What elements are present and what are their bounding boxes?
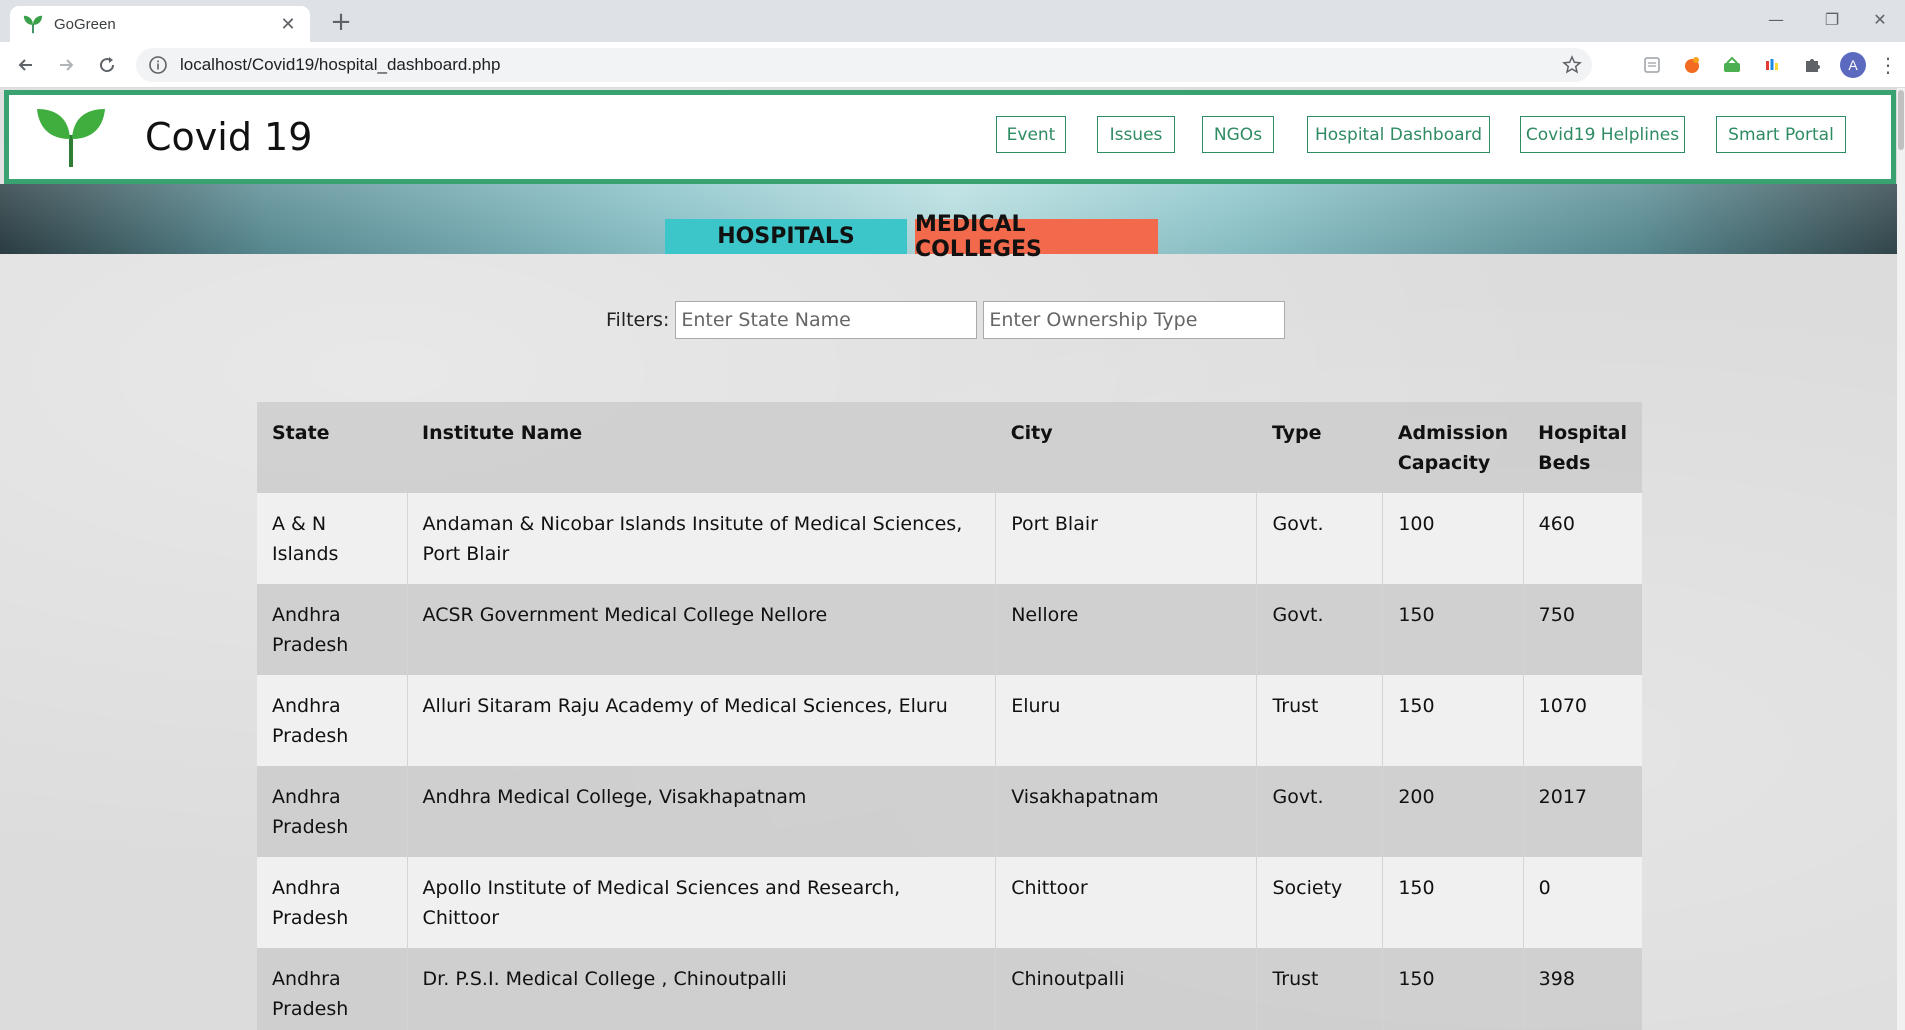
cell-state: Andhra Pradesh [257, 584, 408, 675]
cell-type: Trust [1256, 948, 1384, 1030]
minimize-icon[interactable]: — [1752, 0, 1800, 38]
orange-extension-icon[interactable] [1680, 53, 1704, 77]
cell-capacity: 200 [1382, 766, 1524, 857]
cell-city: Port Blair [995, 493, 1258, 584]
page-content: Covid 19 Event Issues NGOs Hospital Dash… [0, 88, 1905, 1030]
cell-institute: Andaman & Nicobar Islands Insitute of Me… [407, 493, 997, 584]
cell-capacity: 150 [1382, 584, 1524, 675]
browser-tabstrip: GoGreen ✕ + — ❐ ✕ [0, 0, 1905, 42]
new-tab-icon[interactable]: + [325, 6, 357, 38]
cell-city: Chinoutpalli [995, 948, 1258, 1030]
cell-beds: 1070 [1523, 675, 1642, 766]
browser-menu-icon[interactable]: ⋮ [1878, 53, 1898, 77]
cell-capacity: 100 [1382, 493, 1524, 584]
header-admission-capacity: Admission Capacity [1382, 402, 1524, 493]
header-hospital-beds: Hospital Beds [1523, 402, 1642, 493]
cell-capacity: 150 [1382, 948, 1524, 1030]
url-text: localhost/Covid19/hospital_dashboard.php [180, 55, 501, 74]
header-city: City [995, 402, 1257, 493]
table-row: Andhra Pradesh Dr. P.S.I. Medical Colleg… [257, 948, 1642, 1030]
medical-colleges-table: State Institute Name City Type Admission… [257, 402, 1642, 1030]
cell-capacity: 150 [1382, 675, 1524, 766]
cell-beds: 398 [1523, 948, 1642, 1030]
cell-state: Andhra Pradesh [257, 766, 408, 857]
cell-capacity: 150 [1382, 857, 1524, 948]
cell-city: Chittoor [995, 857, 1258, 948]
leaf-logo-icon [37, 109, 105, 167]
browser-toolbar: localhost/Covid19/hospital_dashboard.php… [0, 42, 1905, 88]
close-window-icon[interactable]: ✕ [1856, 0, 1904, 38]
site-title: Covid 19 [145, 115, 313, 159]
cell-type: Govt. [1256, 584, 1384, 675]
cell-type: Govt. [1256, 766, 1384, 857]
table-row: Andhra Pradesh Apollo Institute of Medic… [257, 857, 1642, 948]
filters-bar: Filters: [606, 301, 1291, 339]
forward-icon[interactable] [50, 49, 82, 81]
cell-beds: 2017 [1523, 766, 1642, 857]
bookmark-star-icon[interactable] [1552, 48, 1592, 82]
cell-city: Visakhapatnam [995, 766, 1258, 857]
cell-city: Eluru [995, 675, 1258, 766]
nav-hospital-dashboard[interactable]: Hospital Dashboard [1307, 116, 1490, 153]
profile-avatar[interactable]: A [1840, 52, 1866, 78]
nav-event[interactable]: Event [996, 116, 1066, 153]
colorful-extension-icon[interactable] [1760, 53, 1784, 77]
cell-beds: 750 [1523, 584, 1642, 675]
cell-type: Society [1256, 857, 1384, 948]
filters-label: Filters: [606, 309, 670, 331]
cell-beds: 0 [1523, 857, 1642, 948]
hospitals-tab[interactable]: HOSPITALS [665, 219, 907, 254]
nav-covid19-helplines[interactable]: Covid19 Helplines [1520, 116, 1685, 153]
cell-type: Trust [1256, 675, 1384, 766]
cell-city: Nellore [995, 584, 1258, 675]
browser-tab[interactable]: GoGreen ✕ [10, 6, 310, 42]
cell-institute: Andhra Medical College, Visakhapatnam [407, 766, 997, 857]
table-row: Andhra Pradesh Alluri Sitaram Raju Acade… [257, 675, 1642, 766]
site-header: Covid 19 Event Issues NGOs Hospital Dash… [4, 90, 1896, 184]
cell-type: Govt. [1256, 493, 1384, 584]
page-scrollbar[interactable] [1897, 88, 1905, 1030]
medical-colleges-tab[interactable]: MEDICAL COLLEGES [915, 212, 1158, 262]
header-institute-name: Institute Name [407, 402, 996, 493]
tab-title: GoGreen [54, 15, 116, 33]
back-icon[interactable] [10, 49, 42, 81]
cell-beds: 460 [1523, 493, 1642, 584]
reload-icon[interactable] [91, 49, 123, 81]
cell-institute: Alluri Sitaram Raju Academy of Medical S… [407, 675, 997, 766]
cell-institute: Apollo Institute of Medical Sciences and… [407, 857, 997, 948]
cell-state: A & N Islands [257, 493, 408, 584]
header-state: State [257, 402, 408, 493]
nav-smart-portal[interactable]: Smart Portal [1716, 116, 1846, 153]
cell-state: Andhra Pradesh [257, 675, 408, 766]
cell-state: Andhra Pradesh [257, 948, 408, 1030]
site-info-icon[interactable] [148, 55, 168, 75]
tab-close-icon[interactable]: ✕ [278, 14, 298, 35]
reader-extension-icon[interactable] [1640, 53, 1664, 77]
table-row: Andhra Pradesh Andhra Medical College, V… [257, 766, 1642, 857]
address-bar[interactable]: localhost/Covid19/hospital_dashboard.php [136, 48, 1592, 82]
extensions-puzzle-icon[interactable] [1800, 53, 1824, 77]
nav-ngos[interactable]: NGOs [1202, 116, 1274, 153]
table-header-row: State Institute Name City Type Admission… [257, 402, 1642, 493]
table-row: A & N Islands Andaman & Nicobar Islands … [257, 493, 1642, 584]
green-extension-icon[interactable] [1720, 53, 1744, 77]
leaf-favicon-icon [23, 15, 43, 34]
cell-institute: ACSR Government Medical College Nellore [407, 584, 997, 675]
ownership-filter-input[interactable] [983, 301, 1286, 339]
cell-institute: Dr. P.S.I. Medical College , Chinoutpall… [407, 948, 997, 1030]
cell-state: Andhra Pradesh [257, 857, 408, 948]
header-type: Type [1256, 402, 1383, 493]
restore-icon[interactable]: ❐ [1808, 0, 1856, 38]
table-row: Andhra Pradesh ACSR Government Medical C… [257, 584, 1642, 675]
nav-issues[interactable]: Issues [1097, 116, 1175, 153]
scrollbar-thumb[interactable] [1898, 90, 1904, 150]
state-filter-input[interactable] [675, 301, 978, 339]
